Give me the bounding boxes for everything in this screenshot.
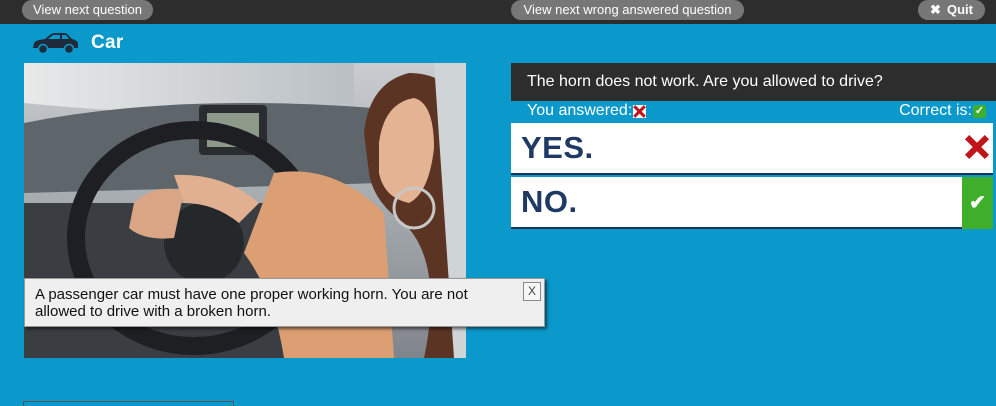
quit-button[interactable]: ✖ Quit	[918, 0, 985, 20]
answer-option-label: YES.	[521, 130, 594, 165]
answer-option-yes[interactable]: YES.	[511, 123, 993, 175]
check-icon: ✓	[973, 104, 986, 118]
wrong-icon	[633, 104, 647, 118]
close-explanation-button[interactable]: X	[523, 282, 541, 301]
wrong-answer-icon	[966, 136, 988, 158]
explanation-popup: A passenger car must have one proper wor…	[24, 278, 545, 327]
question-text: The horn does not work. Are you allowed …	[511, 63, 996, 101]
answer-option-no[interactable]: NO. ✔	[511, 177, 993, 229]
you-answered-label: You answered:	[527, 102, 647, 120]
category-header: Car	[31, 29, 124, 57]
category-label: Car	[91, 32, 124, 53]
top-toolbar: View next question View next wrong answe…	[0, 0, 996, 24]
correct-is-label: Correct is: ✓	[899, 102, 986, 120]
answer-option-label: NO.	[521, 184, 578, 219]
x-icon: ✖	[930, 2, 941, 17]
explanation-text: A passenger car must have one proper wor…	[35, 286, 468, 320]
bottom-panel-edge	[23, 401, 234, 406]
correct-answer-check-icon: ✔	[962, 177, 993, 229]
you-answered-text: You answered:	[527, 102, 633, 119]
answer-status-row: You answered: Correct is: ✓	[511, 101, 988, 122]
view-next-question-button[interactable]: View next question	[22, 0, 153, 20]
correct-is-text: Correct is:	[899, 102, 972, 119]
quit-label: Quit	[946, 2, 973, 17]
view-next-wrong-question-button[interactable]: View next wrong answered question	[511, 0, 744, 20]
car-icon	[33, 33, 78, 55]
